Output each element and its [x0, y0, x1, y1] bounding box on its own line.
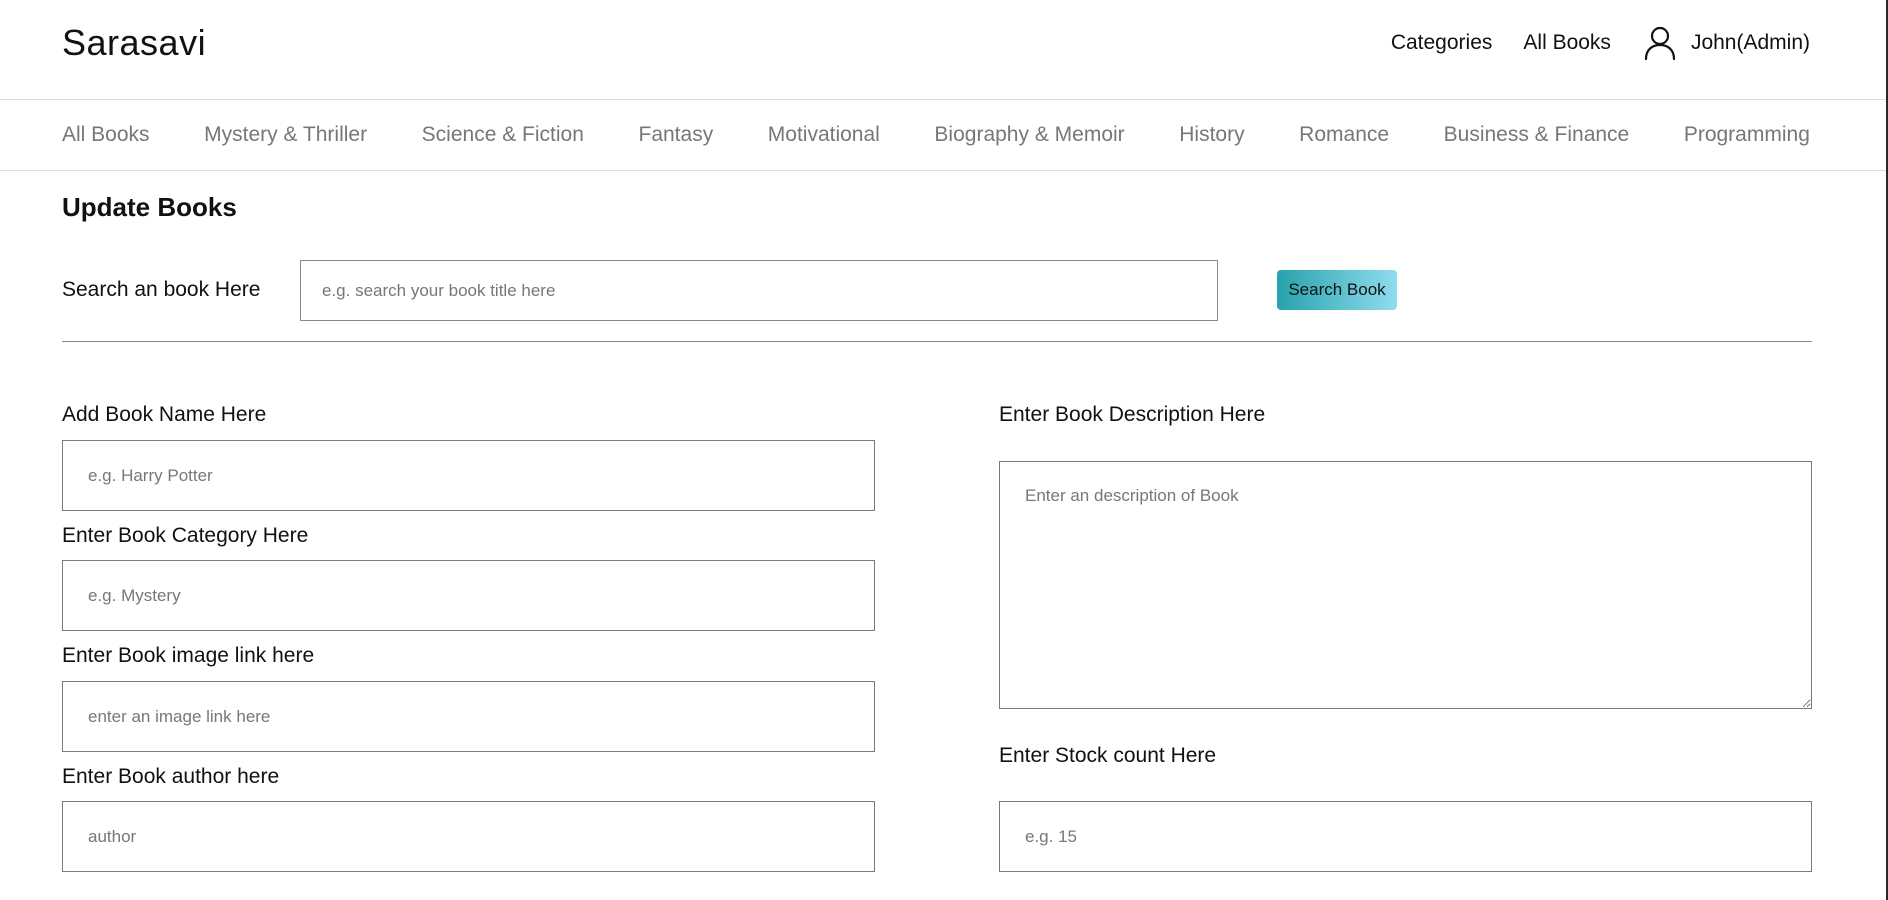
search-input[interactable]	[300, 260, 1218, 321]
book-author-label: Enter Book author here	[62, 765, 280, 788]
category-item-business-and-finance[interactable]: Business & Finance	[1444, 123, 1630, 147]
stock-count-label: Enter Stock count Here	[999, 744, 1217, 767]
book-category-label: Enter Book Category Here	[62, 524, 309, 547]
book-category-input[interactable]	[62, 560, 875, 631]
category-item-programming[interactable]: Programming	[1684, 123, 1810, 147]
search-book-button[interactable]: Search Book	[1277, 270, 1397, 310]
category-nav: All Books Mystery & Thriller Science & Fic…	[0, 100, 1886, 171]
book-image-label: Enter Book image link here	[62, 644, 315, 667]
category-item-history[interactable]: History	[1179, 123, 1244, 147]
user-name: John(Admin)	[1690, 31, 1810, 54]
top-header: Sarasavi Categories All Books John(Admin…	[0, 0, 1886, 100]
book-description-label: Enter Book Description Here	[999, 403, 1266, 426]
category-item-romance[interactable]: Romance	[1299, 123, 1389, 147]
nav-all-books-link[interactable]: All Books	[1523, 31, 1611, 55]
book-image-input[interactable]	[62, 681, 875, 752]
category-item-motivational[interactable]: Motivational	[768, 123, 880, 147]
category-item-fantasy[interactable]: Fantasy	[639, 123, 714, 147]
user-icon	[1644, 26, 1676, 61]
page-title: Update Books	[62, 192, 237, 222]
book-name-label: Add Book Name Here	[62, 403, 267, 426]
book-name-input[interactable]	[62, 440, 875, 511]
category-item-biography-and-memoir[interactable]: Biography & Memoir	[934, 123, 1124, 147]
category-item-mystery-and-thriller[interactable]: Mystery & Thriller	[204, 123, 367, 147]
nav-categories-link[interactable]: Categories	[1391, 31, 1493, 55]
user-menu[interactable]: John(Admin)	[1643, 25, 1810, 61]
book-author-input[interactable]	[62, 801, 875, 872]
category-item-all-books[interactable]: All Books	[62, 123, 150, 147]
top-nav: Categories All Books John(Admin)	[1360, 24, 1810, 62]
category-list: All Books Mystery & Thriller Science & Fic…	[62, 123, 1810, 147]
brand-logo-text[interactable]: Sarasavi	[62, 22, 206, 64]
section-divider	[62, 341, 1812, 342]
search-label: Search an book Here	[62, 278, 261, 301]
stock-count-input[interactable]	[999, 801, 1812, 872]
category-item-science-and-fiction[interactable]: Science & Fiction	[422, 123, 584, 147]
book-description-textarea[interactable]	[999, 461, 1812, 709]
